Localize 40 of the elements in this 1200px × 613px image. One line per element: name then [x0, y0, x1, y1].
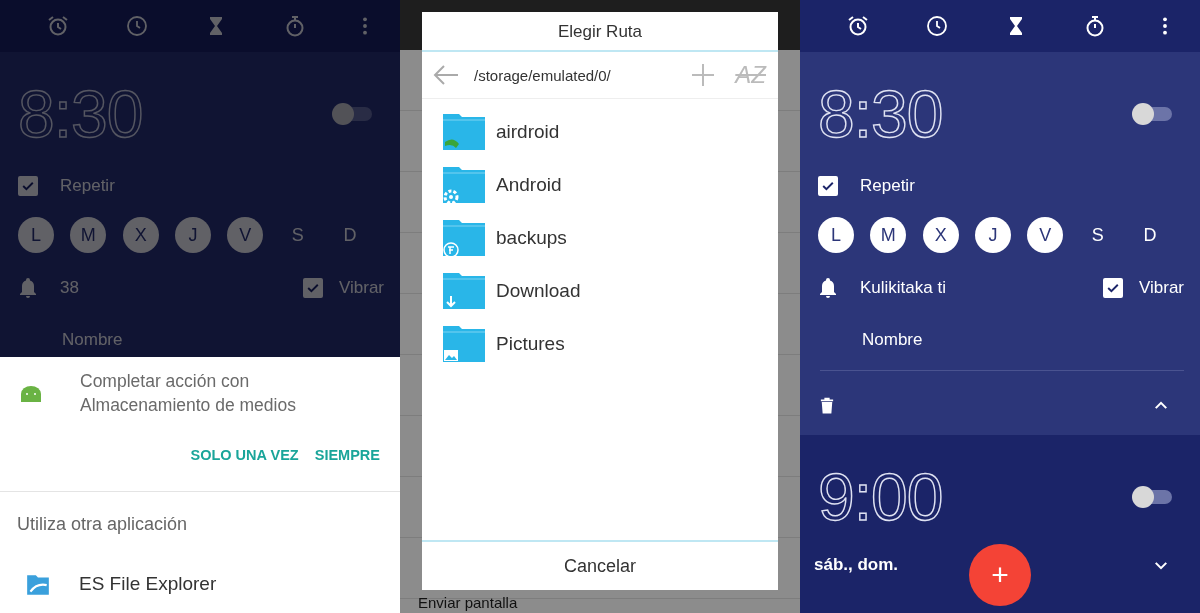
vibrate-label: Vibrar: [1138, 278, 1184, 298]
repeat-label: Repetir: [860, 176, 915, 196]
checkbox[interactable]: [1102, 278, 1123, 298]
day-toggle[interactable]: D: [1131, 217, 1168, 253]
more-icon[interactable]: [1162, 16, 1169, 36]
folder-item[interactable]: airdroid: [442, 105, 778, 158]
clock-icon[interactable]: [924, 14, 949, 38]
day-toggle[interactable]: V: [1027, 217, 1064, 253]
chevron-down-icon[interactable]: [1154, 560, 1168, 570]
app-item[interactable]: ES File Explorer: [0, 571, 400, 597]
alarm-name-label[interactable]: Nombre: [862, 330, 923, 350]
day-toggle[interactable]: L: [818, 217, 854, 253]
day-toggle[interactable]: X: [922, 217, 959, 253]
folder-item[interactable]: Download: [442, 264, 778, 317]
day-toggle[interactable]: M: [870, 217, 907, 253]
android-icon: [20, 384, 42, 402]
alarm-time[interactable]: 8:30: [818, 78, 943, 150]
add-alarm-button[interactable]: +: [969, 544, 1031, 606]
checkbox[interactable]: [818, 176, 838, 196]
path-text: /storage/emulated/0/: [474, 66, 612, 84]
menu-item-text: Enviar pantalla: [418, 594, 518, 611]
checkbox[interactable]: [18, 176, 38, 196]
dialog-title: Elegir Ruta: [422, 12, 778, 52]
bell-icon: [18, 277, 38, 299]
checkbox[interactable]: [302, 278, 323, 298]
day-toggle[interactable]: J: [975, 217, 1011, 253]
folder-item[interactable]: Android: [442, 158, 778, 211]
prompt-text: Completar acción con Almacenamiento de medios: [80, 370, 297, 417]
repeat-days-label: sáb., dom.: [814, 555, 899, 575]
section-heading: Utiliza otra aplicación: [17, 514, 189, 535]
folder-item[interactable]: backups: [442, 211, 778, 264]
vibrate-label: Vibrar: [338, 278, 384, 298]
folder-item[interactable]: Pictures: [442, 317, 778, 370]
repeat-label: Repetir: [60, 176, 115, 196]
ringtone-label[interactable]: Kulikitaka ti: [860, 278, 1103, 298]
day-toggle[interactable]: S: [1079, 217, 1116, 253]
alarm-time[interactable]: 9:00: [818, 461, 943, 533]
chevron-up-icon[interactable]: [1154, 400, 1168, 410]
bell-icon: [818, 277, 838, 299]
trash-icon[interactable]: [820, 395, 834, 415]
